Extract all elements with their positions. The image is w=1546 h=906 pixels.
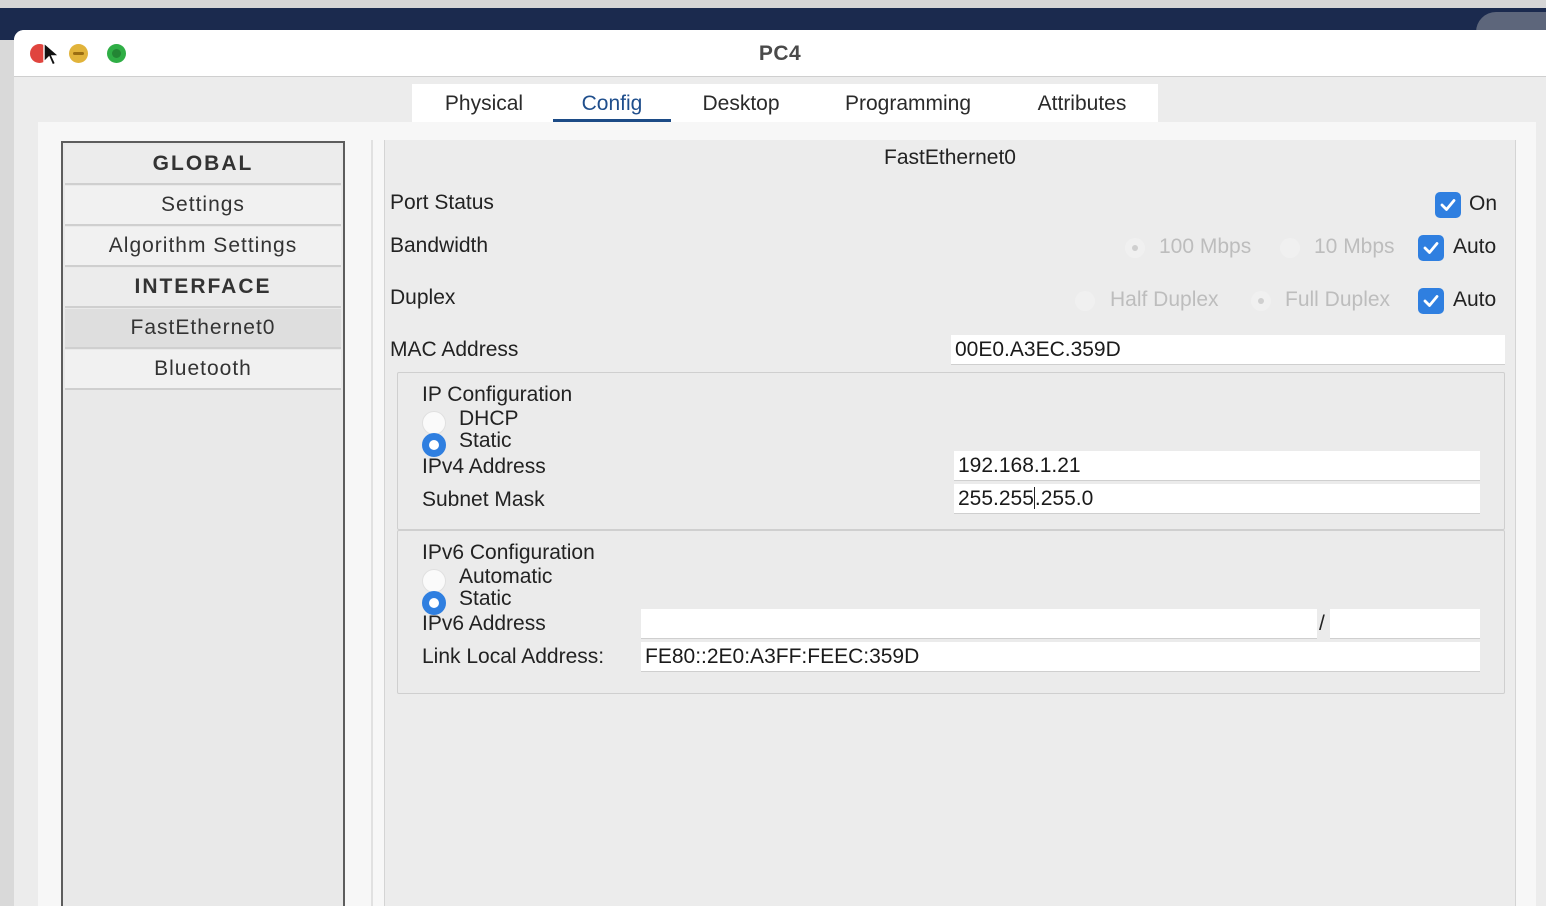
sidebar-header-interface: INTERFACE <box>65 268 341 308</box>
ipv6-address-label: IPv6 Address <box>422 612 546 635</box>
sidebar-item-algorithm-settings[interactable]: Algorithm Settings <box>65 227 341 267</box>
bandwidth-100-label: 100 Mbps <box>1159 235 1252 258</box>
sidebar-item-bluetooth[interactable]: Bluetooth <box>65 350 341 390</box>
full-duplex-label: Full Duplex <box>1285 288 1391 311</box>
ip-configuration-group: IP Configuration DHCP Static IPv4 Addres… <box>397 372 1505 530</box>
dhcp-radio[interactable] <box>422 411 446 435</box>
port-status-on-label: On <box>1469 192 1498 215</box>
interface-title: FastEthernet0 <box>884 146 1016 169</box>
half-duplex-radio[interactable] <box>1075 291 1095 311</box>
sidebar: GLOBAL Settings Algorithm Settings INTER… <box>61 141 345 906</box>
ipv6-address-field[interactable] <box>641 609 1317 639</box>
tab-config[interactable]: Config <box>553 90 671 124</box>
ipv6-automatic-radio[interactable] <box>422 569 446 593</box>
subnet-mask-text-after: .255.0 <box>1034 487 1094 510</box>
tab-desktop[interactable]: Desktop <box>692 90 790 124</box>
checkmark-icon <box>1423 242 1439 254</box>
ipv6-automatic-label: Automatic <box>459 565 553 588</box>
subnet-mask-text-before: 255.255 <box>958 487 1034 510</box>
window-title: PC4 <box>758 42 802 65</box>
ipv4-static-label: Static <box>459 429 512 452</box>
bandwidth-label: Bandwidth <box>390 234 489 257</box>
port-status-label: Port Status <box>390 191 494 214</box>
half-duplex-label: Half Duplex <box>1110 288 1219 311</box>
sidebar-item-settings[interactable]: Settings <box>65 186 341 226</box>
ipv6-configuration-group: IPv6 Configuration Automatic Static IPv6… <box>397 530 1505 694</box>
sidebar-item-fastethernet0[interactable]: FastEthernet0 <box>65 309 341 349</box>
ipv6-static-label: Static <box>459 587 512 610</box>
panel-divider <box>371 140 373 906</box>
ipv4-address-label: IPv4 Address <box>422 455 546 478</box>
bandwidth-auto-label: Auto <box>1453 235 1497 258</box>
link-local-address-label: Link Local Address: <box>422 645 605 668</box>
duplex-auto-label: Auto <box>1453 288 1497 311</box>
link-local-address-field: FE80::2E0:A3FF:FEEC:359D <box>641 642 1480 672</box>
bandwidth-10-label: 10 Mbps <box>1314 235 1395 258</box>
port-status-checkbox[interactable] <box>1435 192 1461 218</box>
mac-address-label: MAC Address <box>390 338 519 361</box>
subnet-mask-field[interactable]: 255.255.255.0 <box>954 484 1480 514</box>
device-window: PC4 Physical Config Desktop Programming … <box>14 30 1546 906</box>
ip-configuration-heading: IP Configuration <box>422 383 573 406</box>
bandwidth-10-radio[interactable] <box>1280 238 1300 258</box>
title-bar: PC4 <box>14 30 1546 77</box>
subnet-mask-label: Subnet Mask <box>422 488 545 511</box>
full-duplex-radio[interactable] <box>1251 291 1271 311</box>
tab-programming[interactable]: Programming <box>830 90 986 124</box>
ipv6-configuration-heading: IPv6 Configuration <box>422 541 595 564</box>
checkmark-icon <box>1440 199 1456 211</box>
interface-panel: FastEthernet0 Port Status On Bandwidth 1… <box>384 140 1516 906</box>
ipv4-static-radio[interactable] <box>422 433 446 457</box>
duplex-auto-checkbox[interactable] <box>1418 288 1444 314</box>
tab-bar: Physical Config Desktop Programming Attr… <box>412 84 1158 124</box>
checkmark-icon <box>1423 295 1439 307</box>
sidebar-header-global: GLOBAL <box>65 145 341 185</box>
ipv6-prefix-field[interactable] <box>1330 609 1480 639</box>
tab-physical[interactable]: Physical <box>434 90 534 124</box>
ipv4-address-field[interactable]: 192.168.1.21 <box>954 451 1480 481</box>
tab-attributes[interactable]: Attributes <box>1026 90 1138 124</box>
config-content: GLOBAL Settings Algorithm Settings INTER… <box>38 122 1536 906</box>
bandwidth-auto-checkbox[interactable] <box>1418 235 1444 261</box>
duplex-label: Duplex <box>390 286 456 309</box>
mac-address-field[interactable]: 00E0.A3EC.359D <box>951 335 1505 365</box>
dhcp-label: DHCP <box>459 407 519 430</box>
bandwidth-100-radio[interactable] <box>1125 238 1145 258</box>
ipv6-prefix-separator: / <box>1319 612 1325 635</box>
